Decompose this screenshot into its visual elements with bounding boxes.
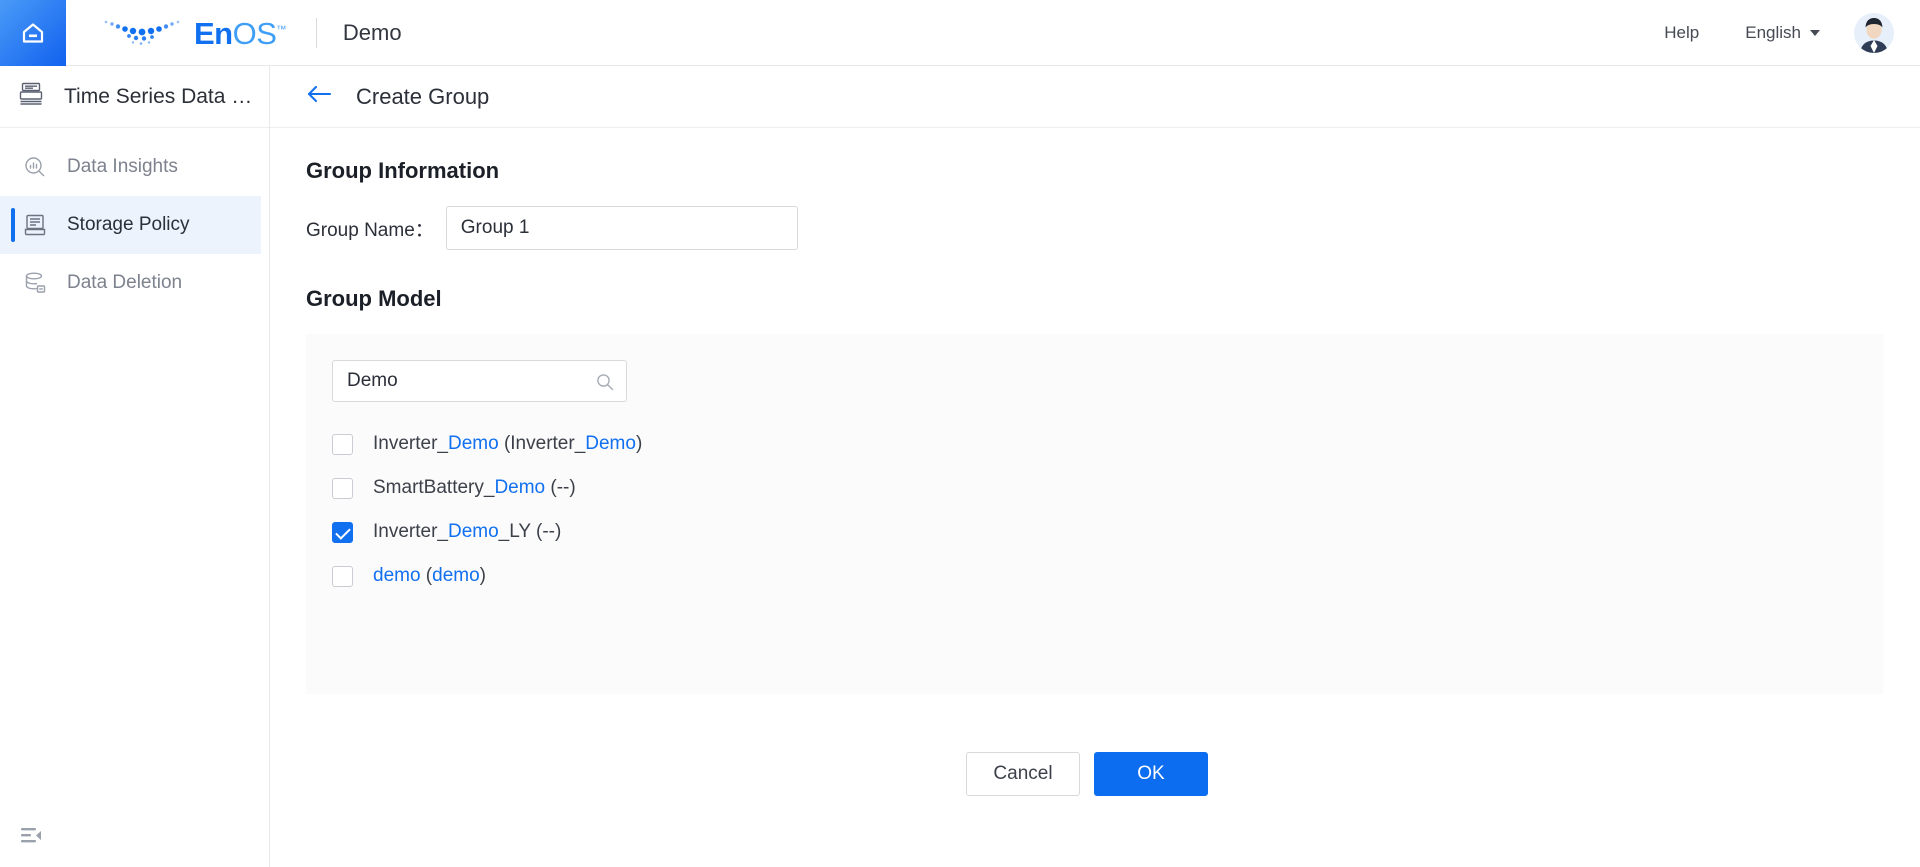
model-label-text: Inverter_ bbox=[373, 433, 448, 454]
model-checkbox[interactable] bbox=[332, 521, 353, 543]
sidebar-item-data-deletion[interactable]: Data Deletion bbox=[0, 254, 261, 312]
collapse-sidebar-button[interactable] bbox=[20, 826, 42, 851]
sidebar-item-data-insights[interactable]: Data Insights bbox=[0, 138, 261, 196]
model-label-match: Demo bbox=[447, 433, 499, 454]
back-button[interactable] bbox=[306, 84, 332, 109]
home-icon bbox=[18, 18, 48, 48]
model-checkbox[interactable] bbox=[332, 433, 353, 455]
sidebar-title: Time Series Data … bbox=[0, 66, 269, 128]
group-model-title: Group Model bbox=[306, 286, 442, 311]
model-label: SmartBattery_Demo (--) bbox=[373, 477, 576, 499]
model-label-text: (--) bbox=[545, 477, 576, 498]
model-label-text: (Inverter_ bbox=[498, 433, 586, 454]
page-header: Create Group bbox=[270, 66, 1920, 128]
model-label-text: Inverter_ bbox=[373, 521, 448, 542]
collapse-sidebar-icon bbox=[20, 828, 42, 850]
language-label: English bbox=[1745, 22, 1801, 42]
sidebar-item-label: Storage Policy bbox=[67, 214, 190, 235]
model-label-match: demo bbox=[432, 565, 480, 586]
model-checkbox[interactable] bbox=[332, 477, 353, 499]
model-label-text: ) bbox=[635, 433, 643, 454]
model-label-text: SmartBattery_ bbox=[373, 477, 495, 498]
model-label-match: demo bbox=[373, 565, 421, 586]
group-name-input[interactable] bbox=[445, 206, 798, 250]
model-label-match: Demo bbox=[447, 521, 499, 542]
search-input[interactable] bbox=[333, 361, 626, 401]
top-bar: EnOS™ Demo Help English bbox=[0, 0, 1920, 66]
enos-swoosh-icon bbox=[98, 13, 190, 52]
storage-policy-icon bbox=[22, 213, 48, 237]
logo-text-os: OS bbox=[232, 16, 277, 51]
model-list-item[interactable]: Inverter_Demo_LY (--) bbox=[332, 510, 1883, 554]
form-actions: Cancel OK bbox=[298, 752, 1876, 796]
language-selector[interactable]: English bbox=[1745, 23, 1820, 43]
main-content: Create Group Group Information Group Nam… bbox=[270, 66, 1920, 867]
model-label: Inverter_Demo (Inverter_Demo) bbox=[373, 433, 642, 455]
page-title: Create Group bbox=[356, 83, 490, 109]
enos-wordmark: EnOS™ bbox=[194, 18, 286, 49]
group-name-row: Group Name： bbox=[306, 206, 1876, 250]
brand-logo[interactable]: EnOS™ bbox=[98, 0, 286, 66]
group-model-panel: Inverter_Demo (Inverter_Demo)SmartBatter… bbox=[306, 334, 1883, 694]
model-search-box[interactable] bbox=[332, 360, 627, 402]
cancel-button[interactable]: Cancel bbox=[966, 752, 1080, 796]
model-checkbox[interactable] bbox=[332, 565, 353, 587]
back-arrow-icon bbox=[306, 84, 332, 109]
model-label-text: ( bbox=[420, 565, 433, 586]
model-label-match: Demo bbox=[585, 433, 636, 454]
logo-trademark: ™ bbox=[276, 24, 286, 36]
sidebar-item-label: Data Insights bbox=[67, 156, 178, 177]
data-deletion-icon bbox=[22, 271, 48, 295]
model-label-text: _LY (--) bbox=[498, 521, 562, 542]
home-button[interactable] bbox=[0, 0, 66, 66]
group-information-title: Group Information bbox=[306, 158, 500, 183]
sidebar: Time Series Data … Data Insights Storage… bbox=[0, 66, 270, 867]
model-label: Inverter_Demo_LY (--) bbox=[373, 521, 561, 543]
brand-divider bbox=[315, 17, 317, 48]
tenant-name: Demo bbox=[342, 19, 402, 45]
model-list: Inverter_Demo (Inverter_Demo) SmartBatter… bbox=[332, 422, 1883, 598]
model-list-item[interactable]: demo (demo) bbox=[332, 554, 1883, 598]
search-icon[interactable] bbox=[596, 373, 614, 396]
top-bar-actions: Help English bbox=[1664, 0, 1920, 66]
model-label-text: ) bbox=[479, 565, 486, 586]
form-content: Group Information Group Name： Group Mode… bbox=[270, 128, 1920, 796]
chevron-down-icon bbox=[1810, 29, 1820, 36]
sidebar-title-label: Time Series Data … bbox=[64, 84, 253, 108]
sidebar-item-storage-policy[interactable]: Storage Policy bbox=[0, 196, 261, 254]
model-label-match: Demo bbox=[494, 477, 546, 498]
time-series-data-icon bbox=[18, 81, 44, 112]
sidebar-items: Data Insights Storage Policy Data Deleti… bbox=[0, 128, 269, 312]
avatar[interactable] bbox=[1854, 12, 1894, 53]
ok-button[interactable]: OK bbox=[1094, 752, 1208, 796]
model-label: demo (demo) bbox=[373, 565, 486, 587]
help-link[interactable]: Help bbox=[1664, 23, 1699, 43]
group-name-label: Group Name： bbox=[306, 219, 434, 241]
sidebar-item-label: Data Deletion bbox=[67, 272, 183, 293]
data-insights-icon bbox=[22, 155, 48, 179]
model-list-item[interactable]: Inverter_Demo (Inverter_Demo) bbox=[332, 422, 1883, 466]
model-list-item[interactable]: SmartBattery_Demo (--) bbox=[332, 466, 1883, 510]
logo-text-en: En bbox=[194, 16, 233, 51]
